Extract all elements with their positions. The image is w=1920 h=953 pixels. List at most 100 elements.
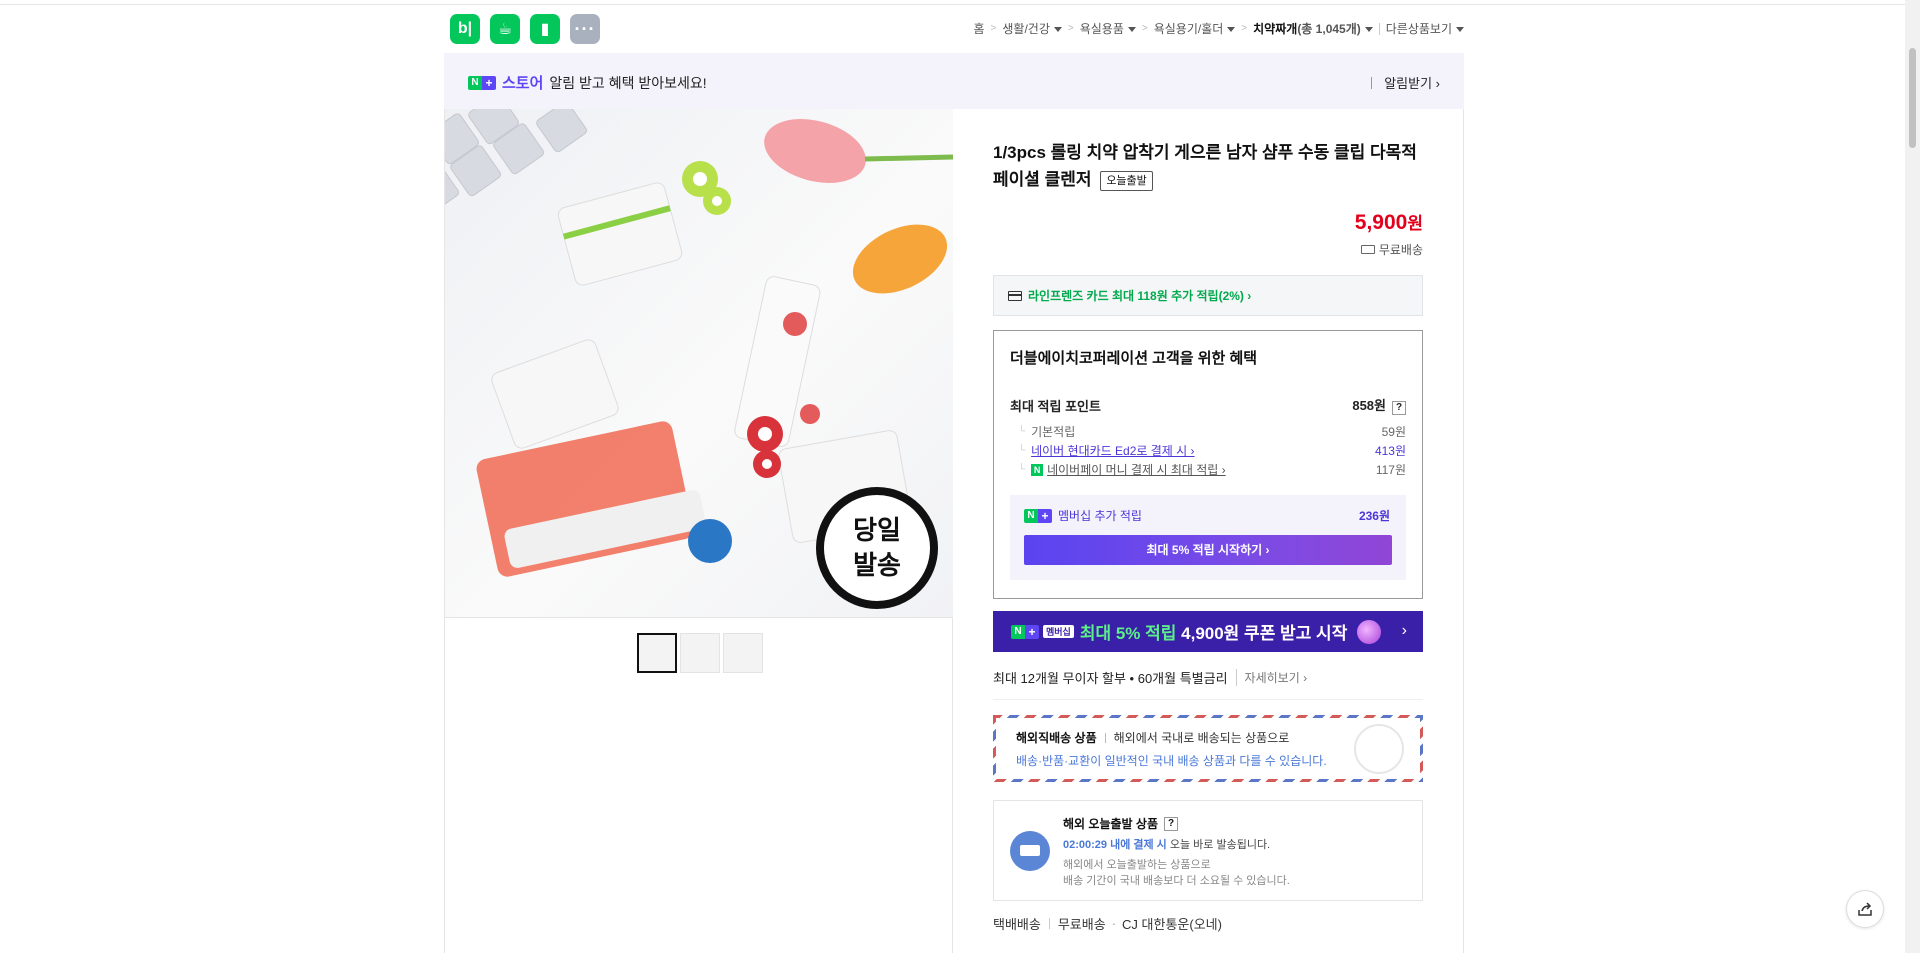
page-scrollbar[interactable] — [1905, 0, 1920, 953]
max-points-row: 최대 적립 포인트 858원? — [1010, 395, 1406, 415]
max-points-value-wrap: 858원? — [1352, 395, 1406, 415]
top-border — [0, 0, 1920, 5]
breadcrumb-separator-icon: > — [1141, 23, 1148, 34]
npay-money-link[interactable]: 네이버페이 머니 결제 시 최대 적립 › — [1047, 461, 1226, 478]
blue-key — [688, 519, 732, 563]
membership-promo-banner[interactable]: N + 멤버십 최대 5% 적립 4,900원 쿠폰 받고 시작 › — [993, 611, 1423, 652]
membership-label: 멤버십 추가 적립 — [1058, 509, 1142, 523]
card-offer[interactable]: 라인프렌즈 카드 최대 118원 추가 적립(2%) › — [993, 275, 1423, 316]
caret-down-icon — [1456, 27, 1464, 33]
naver-plus-icon: N + — [468, 75, 496, 90]
store-banner-left: N + 스토어 알림 받고 혜택 받아보세요! — [468, 72, 707, 93]
point-row-value: 59원 — [1381, 425, 1406, 439]
installment-info: 최대 12개월 무이자 할부 • 60개월 특별금리 자세히보기 › — [993, 668, 1307, 687]
product-title-text: 1/3pcs 롤링 치약 압착기 게으른 남자 샴푸 수동 클립 다목적 페이셜… — [993, 143, 1417, 189]
carrier-type: 택배배송 — [993, 917, 1041, 932]
separator-dot: · — [1111, 916, 1117, 931]
thumbnail-1[interactable] — [637, 633, 677, 673]
notify-button[interactable]: 알림받기 › — [1384, 73, 1440, 92]
bookmark-icon[interactable]: ▮ — [530, 14, 560, 44]
naver-plus-icon: N + — [1024, 508, 1052, 523]
benefit-box: 더블에이치코퍼레이션 고객을 위한 혜택 최대 적립 포인트 858원? 기본적… — [993, 330, 1423, 599]
breadcrumb-home[interactable]: 홈 — [973, 20, 984, 37]
divider — [1378, 22, 1380, 35]
keyboard-graphic — [445, 109, 587, 215]
orange-tulip — [852, 224, 948, 294]
blog-icon[interactable]: b| — [450, 14, 480, 44]
installment-more-link[interactable]: 자세히보기 › — [1235, 669, 1307, 686]
product-image[interactable]: 당일 발송 — [445, 109, 953, 618]
help-icon[interactable]: ? — [1392, 401, 1406, 415]
breadcrumb-separator-icon: > — [1067, 23, 1074, 34]
share-button[interactable] — [1846, 890, 1884, 928]
store-banner-message: 알림 받고 혜택 받아보세요! — [549, 74, 707, 91]
promo-text: 최대 5% 적립 4,900원 쿠폰 받고 시작 — [1079, 624, 1348, 643]
store-name[interactable]: 스토어 — [502, 72, 543, 93]
point-row-label: N네이버페이 머니 결제 시 최대 적립 › — [1018, 461, 1226, 478]
pink-tulip — [764, 119, 866, 183]
card-offer-text: 라인프렌즈 카드 최대 118원 추가 적립(2%) › — [1028, 289, 1252, 303]
breadcrumb-item[interactable]: 욕실용기/홀더 — [1154, 20, 1236, 37]
scrollbar-thumb[interactable] — [1909, 48, 1916, 148]
breadcrumb-separator-icon: > — [1241, 23, 1248, 34]
point-row-npay: N네이버페이 머니 결제 시 최대 적립 › 117원 — [1010, 461, 1406, 478]
delivery-countdown: 02:00:29 내에 결제 시 오늘 바로 발송됩니다. — [1063, 839, 1271, 851]
breadcrumb-separator-icon: > — [990, 23, 997, 34]
caret-down-icon — [1127, 27, 1136, 33]
product-photo-illustration: 당일 발송 — [445, 109, 953, 609]
overseas-shipping-notice: 해외직배송 상품 해외에서 국내로 배송되는 상품으로 배송·반품·교환이 일반적… — [993, 715, 1423, 782]
point-row-label: 네이버 현대카드 Ed2로 결제 시 › — [1018, 442, 1194, 459]
overseas-desc: 해외에서 국내로 배송되는 상품으로 — [1113, 731, 1290, 745]
breadcrumb-current[interactable]: 치약짜개(총 1,045개) — [1253, 20, 1373, 37]
hyundai-card-link[interactable]: 네이버 현대카드 Ed2로 결제 시 › — [1031, 442, 1194, 459]
help-icon[interactable]: ? — [1164, 816, 1178, 831]
share-icon — [1858, 902, 1872, 916]
membership-badge: 멤버십 — [1043, 625, 1074, 638]
product-gallery: 당일 발송 — [445, 109, 953, 953]
credit-card-icon — [1008, 290, 1022, 301]
delivery-note: 해외에서 오늘출발하는 상품으로 배송 기간이 국내 배송보다 더 소요될 수 있… — [1063, 859, 1290, 887]
chevron-right-icon: › — [1401, 622, 1407, 639]
product-main: 당일 발송 1/3pcs 롤링 치약 압착기 게으른 남자 샴푸 수동 클립 다… — [444, 109, 1464, 953]
breadcrumb-item[interactable]: 생활/건강 — [1002, 20, 1062, 37]
breadcrumb-item[interactable]: 욕실용품 — [1080, 20, 1136, 37]
same-day-badge — [816, 487, 938, 609]
today-delivery-box: 해외 오늘출발 상품? 02:00:29 내에 결제 시 오늘 바로 발송됩니다… — [993, 800, 1423, 901]
carrier-company: CJ 대한통운(오네) — [1122, 917, 1222, 932]
point-row-label: 기본적립 — [1018, 423, 1075, 440]
membership-value: 236원 — [1358, 509, 1390, 523]
point-row-card: 네이버 현대카드 Ed2로 결제 시 › 413원 — [1010, 442, 1406, 459]
top-bar: b| ☕ ▮ ··· 홈 > 생활/건강 > 욕실용품 > 욕실용기/홀더 > … — [444, 14, 1464, 44]
promo-bulb-icon — [1357, 619, 1382, 644]
max-points-value: 858원 — [1352, 398, 1386, 413]
delivery-truck-icon — [1010, 831, 1050, 871]
carrier-fee: 무료배송 — [1057, 917, 1106, 932]
membership-label-wrap: N + 멤버십 추가 적립 — [1024, 507, 1142, 524]
truck-icon — [1360, 245, 1375, 254]
other-products-link[interactable]: 다른상품보기 — [1386, 20, 1464, 37]
overseas-title: 해외직배송 상품 — [1016, 731, 1097, 745]
divider — [1048, 918, 1050, 929]
point-row-value: 117원 — [1375, 463, 1406, 477]
benefit-heading: 더블에이치코퍼레이션 고객을 위한 혜택 — [1010, 350, 1258, 367]
roller-left — [491, 339, 619, 449]
cafe-icon[interactable]: ☕ — [490, 14, 520, 44]
thumbnail-3[interactable] — [723, 633, 763, 673]
caret-down-icon — [1227, 27, 1236, 33]
divider — [993, 699, 1423, 700]
membership-row: N + 멤버십 추가 적립 236원 — [1024, 507, 1390, 524]
membership-box: N + 멤버십 추가 적립 236원 최대 5% 적립 시작하기 › — [1010, 495, 1406, 580]
divider — [1371, 76, 1373, 89]
delivery-title: 해외 오늘출발 상품? — [1063, 815, 1178, 832]
more-apps-icon[interactable]: ··· — [570, 14, 600, 44]
breadcrumb: 홈 > 생활/건강 > 욕실용품 > 욕실용기/홀더 > 치약짜개(총 1,04… — [973, 20, 1464, 37]
installment-text: 최대 12개월 무이자 할부 • 60개월 특별금리 — [993, 671, 1228, 686]
thumbnail-2[interactable] — [680, 633, 720, 673]
naver-plus-icon: N + — [1011, 624, 1039, 639]
naver-pay-icon: N — [1031, 463, 1044, 476]
thumbnail-strip — [637, 633, 763, 673]
airplane-stamp-icon — [1354, 724, 1404, 774]
membership-start-button[interactable]: 최대 5% 적립 시작하기 › — [1024, 535, 1392, 565]
max-points-label: 최대 적립 포인트 — [1010, 398, 1101, 414]
app-shortcuts: b| ☕ ▮ ··· — [450, 14, 600, 44]
